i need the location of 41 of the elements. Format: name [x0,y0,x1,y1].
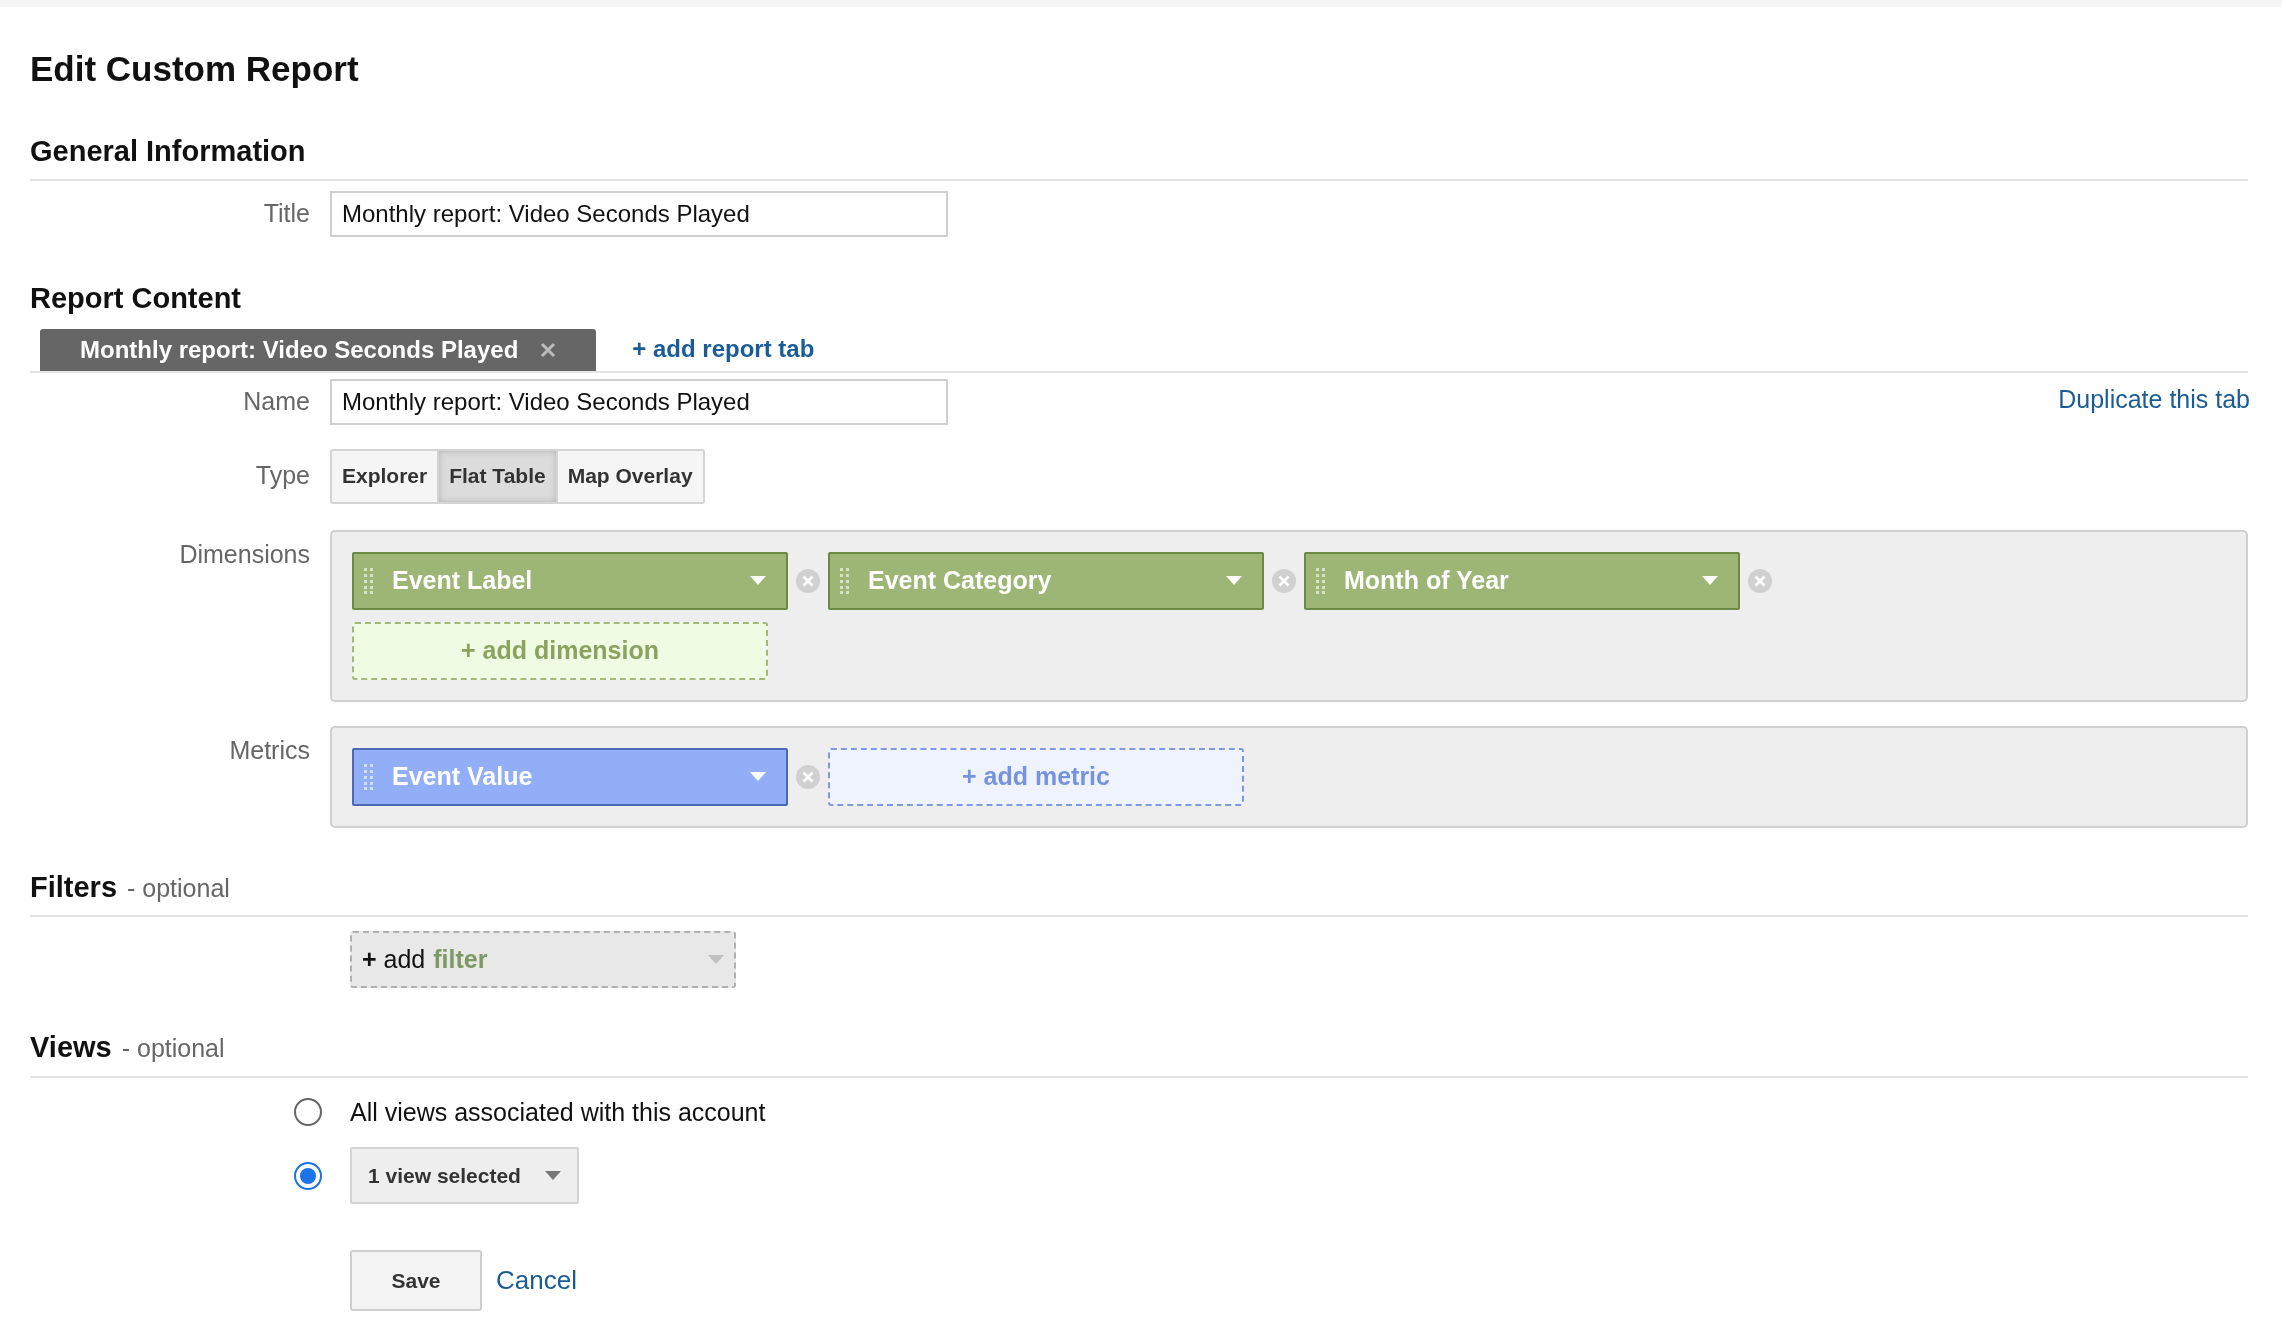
save-button[interactable]: Save [350,1250,482,1311]
caret-icon [750,576,766,585]
section-heading: Views [30,1030,112,1065]
field-label: Name [243,385,310,417]
caret-icon [708,955,724,964]
caret-icon [1226,576,1242,585]
radio-label: All views associated with this account [350,1096,766,1128]
add-report-tab-link[interactable]: + add report tab [632,330,815,371]
report-tab[interactable]: Monthly report: Video Seconds Played [40,328,597,371]
caret-icon [544,1171,561,1180]
radio-button[interactable] [294,1098,322,1127]
type-option[interactable]: Map Overlay [555,450,703,502]
field-label: Title [263,198,310,230]
field-label: Type [255,460,310,492]
add-filter-button[interactable]: + add filter [350,931,736,988]
drag-handle-icon [364,763,374,790]
remove-icon[interactable] [796,568,820,593]
duplicate-tab-link[interactable]: Duplicate this tab [2058,378,2250,418]
field-label: Metrics [229,734,310,766]
section-heading: Filters [30,869,118,905]
section-heading: General Information [30,133,306,169]
remove-icon[interactable] [1272,568,1296,593]
section-heading: Report Content [30,282,242,314]
cancel-link[interactable]: Cancel [496,1261,577,1300]
optional-note: - optional [127,872,230,904]
remove-icon[interactable] [796,764,820,789]
drag-handle-icon [840,567,850,594]
field-label: Dimensions [179,538,310,570]
radio-button[interactable] [294,1161,322,1190]
caret-icon [750,772,766,781]
name-input[interactable]: Monthly report: Video Seconds Played [330,378,948,425]
views-dropdown[interactable]: 1 view selected [350,1147,579,1204]
drag-handle-icon [364,567,374,594]
close-icon [540,341,557,358]
drag-handle-icon [1316,567,1326,594]
optional-note: - optional [121,1033,225,1064]
type-option[interactable]: Flat Table [437,450,556,502]
page-title: Edit Custom Report [30,48,359,90]
remove-icon[interactable] [1748,568,1772,593]
caret-icon [1702,576,1718,585]
title-input[interactable]: Monthly report: Video Seconds Played [330,191,948,237]
